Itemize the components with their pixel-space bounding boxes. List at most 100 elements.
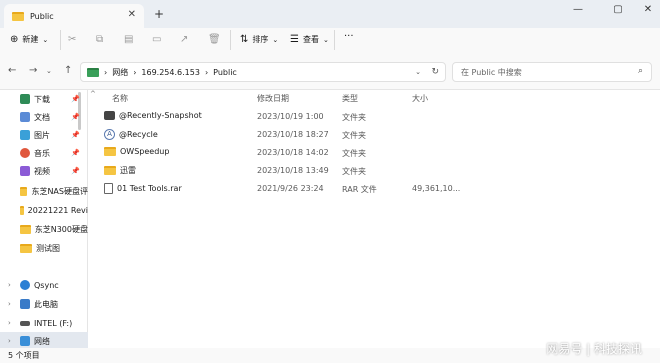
chevron-right-icon[interactable]: › — [8, 281, 11, 289]
recent-chevron-icon[interactable]: ⌄ — [46, 67, 52, 75]
chevron-down-icon: ⌄ — [272, 35, 279, 44]
pin-icon: 📌 — [71, 131, 80, 139]
search-placeholder: 在 Public 中搜索 — [461, 67, 522, 77]
sidebar-item-videos[interactable]: 视频 📌 — [0, 162, 88, 180]
back-arrow-icon[interactable]: ← — [8, 65, 16, 76]
music-icon — [20, 148, 30, 158]
table-row[interactable]: OWSpeedup 2023/10/18 14:02 文件夹 — [90, 144, 660, 162]
file-name-text: @Recycle — [119, 130, 158, 139]
file-name-text: 01 Test Tools.rar — [117, 184, 182, 193]
copy-icon[interactable]: ⧉ — [96, 34, 103, 45]
more-button[interactable]: ··· — [344, 31, 354, 42]
download-icon — [20, 94, 30, 104]
sidebar-item-music[interactable]: 音乐 📌 — [0, 144, 88, 162]
maximize-button[interactable]: ▢ — [608, 4, 628, 15]
column-header-type[interactable]: 类型 — [342, 93, 358, 104]
minimize-button[interactable]: — — [568, 4, 588, 15]
file-name: A @Recycle — [104, 129, 158, 140]
file-name-text: 迅雷 — [120, 166, 136, 175]
cut-icon[interactable]: ✂ — [68, 34, 76, 45]
address-dropdown-icon[interactable]: ⌄ — [415, 68, 421, 76]
folder-icon — [87, 67, 99, 77]
sidebar-item-folder[interactable]: 东芝N300硬盘 — [0, 220, 88, 238]
file-list: ^ 名称 修改日期 类型 大小 @Recently-Snapshot 2023/… — [90, 90, 660, 348]
column-header-name[interactable]: 名称 — [112, 93, 128, 104]
sidebar-item-label: 音乐 — [34, 148, 50, 158]
delete-icon[interactable]: 🗑 — [208, 34, 221, 45]
divider — [334, 30, 335, 50]
sidebar-item-label: 东芝N300硬盘 — [34, 224, 88, 234]
close-tab-icon[interactable]: ✕ — [128, 9, 136, 20]
file-size: 49,361,10... — [412, 184, 461, 193]
sidebar-item-drive[interactable]: › INTEL (F:) — [0, 314, 88, 332]
sidebar-item-downloads[interactable]: 下载 📌 — [0, 90, 88, 108]
pin-icon: 📌 — [71, 113, 80, 121]
item-count: 5 个项目 — [8, 351, 40, 360]
new-button[interactable]: ⊕ 新建 ⌄ — [10, 34, 48, 45]
share-icon[interactable]: ↗ — [180, 34, 188, 45]
sidebar-item-label: 网络 — [34, 336, 50, 346]
file-type: 文件夹 — [342, 149, 366, 158]
camera-icon — [104, 111, 115, 120]
qsync-icon — [20, 280, 30, 290]
navigation-pane: 下载 📌 文档 📌 图片 📌 音乐 📌 视频 📌 东芝NAS硬盘评 202212… — [0, 90, 88, 350]
recycle-icon: A — [104, 129, 115, 140]
file-name-text: @Recently-Snapshot — [119, 111, 202, 120]
view-button[interactable]: ☰ 查看 ⌄ — [290, 34, 329, 45]
network-icon — [20, 336, 30, 346]
file-type: 文件夹 — [342, 113, 366, 122]
sidebar-item-folder[interactable]: 东芝NAS硬盘评 — [0, 182, 88, 200]
folder-icon — [20, 243, 32, 253]
file-date: 2023/10/18 13:49 — [257, 166, 329, 175]
breadcrumb-host[interactable]: 169.254.6.153 — [141, 68, 200, 77]
pin-icon: 📌 — [71, 95, 80, 103]
chevron-down-icon: ⌄ — [42, 35, 49, 44]
table-row[interactable]: 迅雷 2023/10/18 13:49 文件夹 — [90, 162, 660, 180]
tab-title: Public — [30, 11, 54, 21]
sidebar-item-label: INTEL (F:) — [34, 318, 73, 328]
search-input[interactable]: 在 Public 中搜索 ⌕ — [452, 62, 652, 82]
up-arrow-icon[interactable]: ↑ — [64, 65, 72, 76]
folder-icon — [20, 186, 28, 196]
folder-icon — [104, 147, 116, 156]
sort-button[interactable]: ⇅ 排序 ⌄ — [240, 34, 278, 45]
sidebar-item-folder[interactable]: 测试图 — [0, 239, 88, 257]
sidebar-item-label: 图片 — [34, 130, 50, 140]
file-date: 2023/10/18 18:27 — [257, 130, 329, 139]
sidebar-item-label: 视频 — [34, 166, 50, 176]
new-tab-button[interactable]: + — [154, 7, 164, 21]
sidebar-item-pictures[interactable]: 图片 📌 — [0, 126, 88, 144]
file-type: 文件夹 — [342, 167, 366, 176]
forward-arrow-icon[interactable]: → — [29, 65, 37, 76]
column-header-date[interactable]: 修改日期 — [257, 93, 289, 104]
table-row[interactable]: @Recently-Snapshot 2023/10/19 1:00 文件夹 — [90, 108, 660, 126]
sidebar-item-this-pc[interactable]: › 此电脑 — [0, 295, 88, 313]
computer-icon — [20, 299, 30, 309]
sidebar-item-documents[interactable]: 文档 📌 — [0, 108, 88, 126]
sort-icon: ⇅ — [240, 34, 249, 45]
new-label: 新建 — [22, 35, 39, 44]
table-row[interactable]: A @Recycle 2023/10/18 18:27 文件夹 — [90, 126, 660, 144]
chevron-right-icon[interactable]: › — [8, 319, 11, 327]
close-button[interactable]: ✕ — [638, 4, 658, 15]
sidebar-item-folder[interactable]: 20221221 Revi — [0, 201, 88, 219]
sort-caret-icon: ^ — [90, 90, 96, 98]
rename-icon[interactable]: ▭ — [152, 34, 161, 45]
breadcrumb-network[interactable]: 网络 — [112, 67, 128, 78]
sidebar-item-label: 此电脑 — [34, 299, 58, 309]
chevron-right-icon[interactable]: › — [8, 300, 11, 308]
refresh-icon[interactable]: ↻ — [431, 67, 439, 77]
address-bar[interactable]: › 网络 › 169.254.6.153 › Public ⌄ ↻ — [80, 62, 446, 82]
document-icon — [20, 112, 30, 122]
folder-icon — [104, 166, 116, 175]
file-name: 01 Test Tools.rar — [104, 183, 182, 194]
chevron-right-icon[interactable]: › — [8, 337, 11, 345]
sidebar-item-qsync[interactable]: › Qsync — [0, 276, 88, 294]
table-row[interactable]: 01 Test Tools.rar 2021/9/26 23:24 RAR 文件… — [90, 180, 660, 198]
column-header-size[interactable]: 大小 — [412, 93, 428, 104]
breadcrumb-public[interactable]: Public — [213, 68, 237, 77]
paste-icon[interactable]: ▤ — [124, 34, 133, 45]
tab-public[interactable]: Public ✕ — [4, 4, 144, 28]
sidebar-item-label: Qsync — [34, 280, 59, 290]
plus-circle-icon: ⊕ — [10, 34, 19, 45]
